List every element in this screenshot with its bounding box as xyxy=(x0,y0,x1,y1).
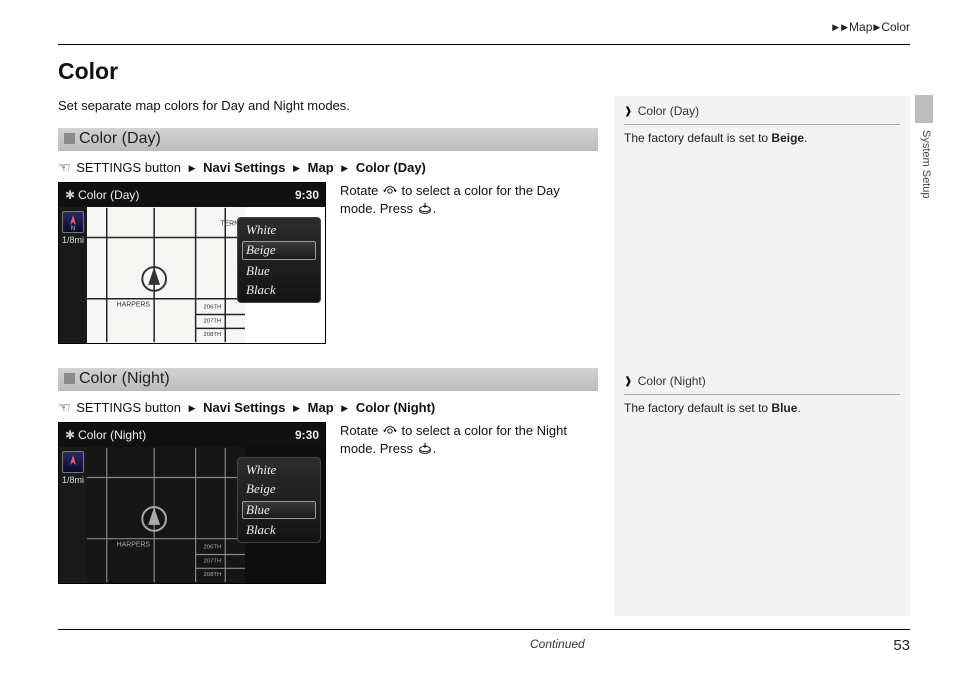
settings-button-icon: ☜ xyxy=(58,399,71,416)
opt-beige-selected: Beige xyxy=(242,241,316,259)
opt-white: White xyxy=(242,462,316,478)
note-marker-icon: ❱ xyxy=(624,376,632,387)
page-title: Color xyxy=(58,58,118,85)
path-navi: Navi Settings xyxy=(203,160,285,175)
continued-label: Continued xyxy=(530,637,585,651)
path-prefix: SETTINGS button xyxy=(76,400,181,415)
path-map: Map xyxy=(308,400,334,415)
map-area-day: HARPERS 206TH 207TH 208TH TERN xyxy=(87,207,245,343)
press-button-icon xyxy=(417,441,433,455)
opt-blue: Blue xyxy=(242,263,316,279)
settings-button-icon: ☜ xyxy=(58,159,71,176)
opt-blue-selected: Blue xyxy=(242,501,316,519)
shot-scale-day: 1/8mi xyxy=(59,235,87,245)
note-title-day: Color (Day) xyxy=(638,104,699,118)
path-color-night: Color (Night) xyxy=(356,400,435,415)
svg-text:208TH: 208TH xyxy=(204,332,222,338)
note-title-night: Color (Night) xyxy=(638,374,706,388)
opt-black: Black xyxy=(242,522,316,538)
section-tab xyxy=(915,95,933,123)
shot-title-day: Color (Day) xyxy=(78,188,139,202)
color-menu-night: White Beige Blue Black xyxy=(237,457,321,543)
breadcrumb-map: Map xyxy=(849,20,872,34)
path-prefix: SETTINGS button xyxy=(76,160,181,175)
gear-icon: ✱ xyxy=(65,428,75,442)
subheading-night-text: Color (Night) xyxy=(79,370,170,387)
svg-text:206TH: 206TH xyxy=(204,545,222,551)
path-color-day: Color (Day) xyxy=(356,160,426,175)
subheading-night: Color (Night) xyxy=(58,368,598,391)
section-label: System Setup xyxy=(920,130,932,198)
intro-text: Set separate map colors for Day and Nigh… xyxy=(58,98,350,113)
svg-text:208TH: 208TH xyxy=(204,572,222,578)
press-button-icon xyxy=(417,201,433,215)
subheading-day: Color (Day) xyxy=(58,128,598,151)
shot-clock-day: 9:30 xyxy=(295,188,319,202)
screenshot-night: ✱Color (Night) 9:30 1/8mi xyxy=(58,422,326,584)
path-map: Map xyxy=(308,160,334,175)
note-marker-icon: ❱ xyxy=(624,106,632,117)
svg-text:206TH: 206TH xyxy=(204,305,222,311)
color-menu-day: White Beige Blue Black xyxy=(237,217,321,303)
svg-text:HARPERS: HARPERS xyxy=(117,542,151,549)
section-color-night: Color (Night) ☜ SETTINGS button Navi Set… xyxy=(58,368,598,584)
instructions-night: Rotate to select a color for the Night m… xyxy=(340,422,580,458)
note-bold-day: Beige xyxy=(771,131,804,145)
header-rule xyxy=(58,44,910,45)
svg-text:207TH: 207TH xyxy=(204,318,222,324)
gear-icon: ✱ xyxy=(65,188,75,202)
shot-scale-night: 1/8mi xyxy=(59,475,87,485)
map-area-night: HARPERS 206TH 207TH 208TH xyxy=(87,447,245,583)
compass-icon xyxy=(62,451,84,473)
rotate-dial-icon xyxy=(382,423,398,437)
rotate-dial-icon xyxy=(382,183,398,197)
nav-path-day: ☜ SETTINGS button Navi Settings Map Colo… xyxy=(58,159,598,176)
svg-text:N: N xyxy=(71,226,75,232)
page-number: 53 xyxy=(893,637,910,654)
opt-white: White xyxy=(242,222,316,238)
path-navi: Navi Settings xyxy=(203,400,285,415)
compass-icon: N xyxy=(62,211,84,233)
opt-black: Black xyxy=(242,282,316,298)
breadcrumb-color: Color xyxy=(881,20,910,34)
sidebar-note-night: ❱ Color (Night) The factory default is s… xyxy=(614,366,910,616)
nav-path-night: ☜ SETTINGS button Navi Settings Map Colo… xyxy=(58,399,598,416)
svg-text:207TH: 207TH xyxy=(204,558,222,564)
subheading-day-text: Color (Day) xyxy=(79,130,161,147)
sidebar-note-day: ❱ Color (Day) The factory default is set… xyxy=(614,96,910,366)
section-color-day: Color (Day) ☜ SETTINGS button Navi Setti… xyxy=(58,128,598,344)
instructions-day: Rotate to select a color for the Day mod… xyxy=(340,182,580,218)
road-harpers: HARPERS xyxy=(117,302,151,309)
note-bold-night: Blue xyxy=(771,401,797,415)
shot-title-night: Color (Night) xyxy=(78,428,146,442)
shot-clock-night: 9:30 xyxy=(295,428,319,442)
header-breadcrumb: Map Color xyxy=(831,20,910,34)
opt-beige: Beige xyxy=(242,481,316,497)
footer-rule xyxy=(58,629,910,630)
screenshot-day: ✱Color (Day) 9:30 N 1/8mi xyxy=(58,182,326,344)
